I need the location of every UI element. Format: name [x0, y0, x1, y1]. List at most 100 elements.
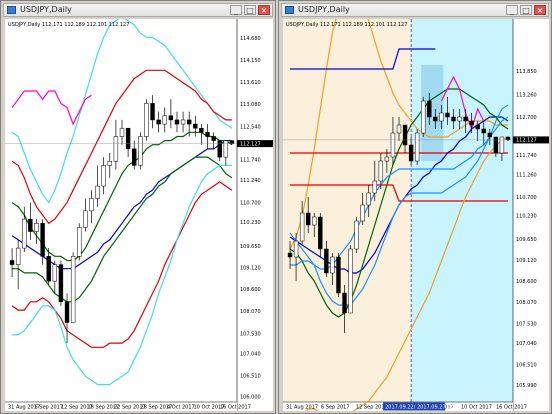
candle-bull — [360, 204, 365, 222]
candle-bull — [138, 136, 143, 166]
candle-bear — [125, 127, 131, 150]
right-minimize-button[interactable]: _ — [506, 5, 518, 15]
time-axis-label: 12 Sep 2017 — [356, 405, 388, 411]
price-axis-label: 108.070 — [516, 300, 537, 306]
price-axis-label: 114.680 — [240, 36, 261, 42]
candle-bull — [22, 218, 27, 249]
candle-bull — [34, 223, 39, 232]
price-axis-label: 111.240 — [240, 178, 261, 184]
candle-bull — [414, 132, 420, 162]
time-axis-label: 16 Oct 2017 — [496, 405, 527, 411]
candle-bear — [46, 256, 51, 282]
candle-bull — [95, 185, 100, 199]
price-axis-label: 113.080 — [240, 102, 261, 108]
candle-bear — [475, 124, 480, 130]
time-axis-label: 16 Oct 2017 — [220, 405, 251, 411]
chart-header-text: USDJPY,Daily 112.171 112.189 112.101 112… — [8, 22, 129, 28]
candle-bear — [505, 136, 511, 141]
current-price-label: 112.127 — [240, 141, 261, 147]
price-axis-label: 109.120 — [240, 266, 261, 272]
left-maximize-button[interactable]: □ — [244, 5, 256, 15]
candle-bull — [348, 248, 353, 314]
price-axis-label: 106.510 — [516, 362, 537, 368]
highlighted-date-label: 2017.09.22/ 2017.09.27 00:00 — [385, 405, 462, 411]
price-axis-label: 111.260 — [516, 172, 537, 178]
candle-bear — [64, 301, 70, 323]
right-chart-svg: USDJPY,Daily 112.171 112.189 112.101 112… — [283, 19, 549, 411]
right-window-titlebar[interactable]: USDJPY,Daily _ □ × — [281, 3, 549, 17]
candle-bear — [28, 218, 33, 232]
left-chart-window[interactable]: USDJPY,Daily _ □ × USDJPY,Daily 112.171 … — [0, 0, 276, 414]
candle-bear — [427, 100, 432, 118]
right-chart-area[interactable]: USDJPY,Daily 112.171 112.189 112.101 112… — [283, 19, 549, 411]
price-axis-label: 109.650 — [516, 237, 537, 243]
candle-bull — [390, 132, 396, 158]
left-window-title: USDJPY,Daily — [20, 5, 72, 14]
candle-bull — [70, 256, 76, 323]
left-window-titlebar[interactable]: USDJPY,Daily _ □ × — [3, 3, 273, 17]
time-axis-label: 31 Aug 2017 — [286, 405, 318, 411]
price-axis-label: 113.260 — [516, 92, 537, 98]
time-axis-label: 6 Sep 2017 — [321, 405, 350, 411]
candle-bear — [336, 256, 341, 294]
candle-bull — [52, 264, 58, 282]
right-close-button[interactable]: × — [534, 5, 546, 15]
candle-bull — [101, 165, 106, 187]
candle-bear — [199, 127, 204, 133]
price-axis-label: 107.040 — [516, 341, 537, 347]
candle-bull — [144, 103, 149, 137]
left-close-button[interactable]: × — [258, 5, 270, 15]
price-axis-label: 108.070 — [240, 309, 261, 315]
price-axis-label: 106.510 — [240, 374, 261, 380]
candle-bull — [299, 212, 305, 242]
price-axis-label: 108.600 — [240, 287, 261, 293]
candle-bull — [372, 180, 377, 194]
price-axis-label: 110.230 — [240, 220, 261, 226]
price-axis-label: 113.610 — [240, 80, 261, 86]
candle-bear — [186, 119, 192, 125]
candle-bear — [487, 132, 492, 138]
current-price-label: 112.127 — [516, 138, 537, 144]
candle-bear — [205, 132, 210, 137]
candle-bear — [193, 123, 198, 129]
price-axis-label: 110.700 — [240, 200, 261, 206]
price-axis-label: 109.120 — [516, 258, 537, 264]
time-axis-label: 6 Sep 2017 — [35, 405, 64, 411]
left-chart-area[interactable]: USDJPY,Daily 112.171 112.189 112.101 112… — [5, 19, 273, 411]
candle-bear — [168, 115, 174, 121]
chart-window-icon — [285, 6, 294, 14]
right-window-title: USDJPY,Daily — [298, 5, 350, 14]
time-axis-label: 4 Oct 2017 — [167, 405, 195, 411]
candle-bull — [312, 216, 317, 226]
candle-bull — [223, 140, 229, 158]
candle-bear — [156, 119, 161, 125]
candle-bull — [457, 116, 462, 122]
candle-bear — [217, 140, 222, 158]
price-axis-label: 110.700 — [516, 195, 537, 201]
candle-bull — [330, 256, 335, 274]
candle-bear — [324, 248, 329, 274]
price-axis-label: 108.600 — [516, 279, 537, 285]
price-axis-label: 107.530 — [516, 322, 537, 328]
right-maximize-button[interactable]: □ — [520, 5, 532, 15]
candle-bear — [287, 252, 293, 258]
candle-bull — [89, 198, 94, 212]
candle-bear — [306, 212, 311, 226]
time-axis-label: 10 Oct 2017 — [461, 405, 492, 411]
price-axis-label: 114.150 — [240, 58, 261, 64]
price-axis-label: 112.700 — [516, 115, 537, 121]
candle-bull — [499, 136, 505, 154]
price-axis-label: 111.740 — [516, 153, 537, 159]
candle-bear — [58, 264, 64, 303]
candle-bear — [451, 116, 456, 122]
candle-bull — [293, 240, 299, 258]
candle-bull — [439, 112, 444, 122]
candle-bear — [150, 103, 155, 121]
left-minimize-button[interactable]: _ — [230, 5, 242, 15]
right-chart-window[interactable]: USDJPY,Daily _ □ × USDJPY,Daily 112.171 … — [278, 0, 552, 414]
candle-bear — [229, 140, 235, 144]
chart-window-icon — [7, 6, 16, 14]
candle-bear — [463, 116, 468, 122]
candle-bear — [132, 148, 137, 166]
candle-bear — [318, 216, 323, 250]
